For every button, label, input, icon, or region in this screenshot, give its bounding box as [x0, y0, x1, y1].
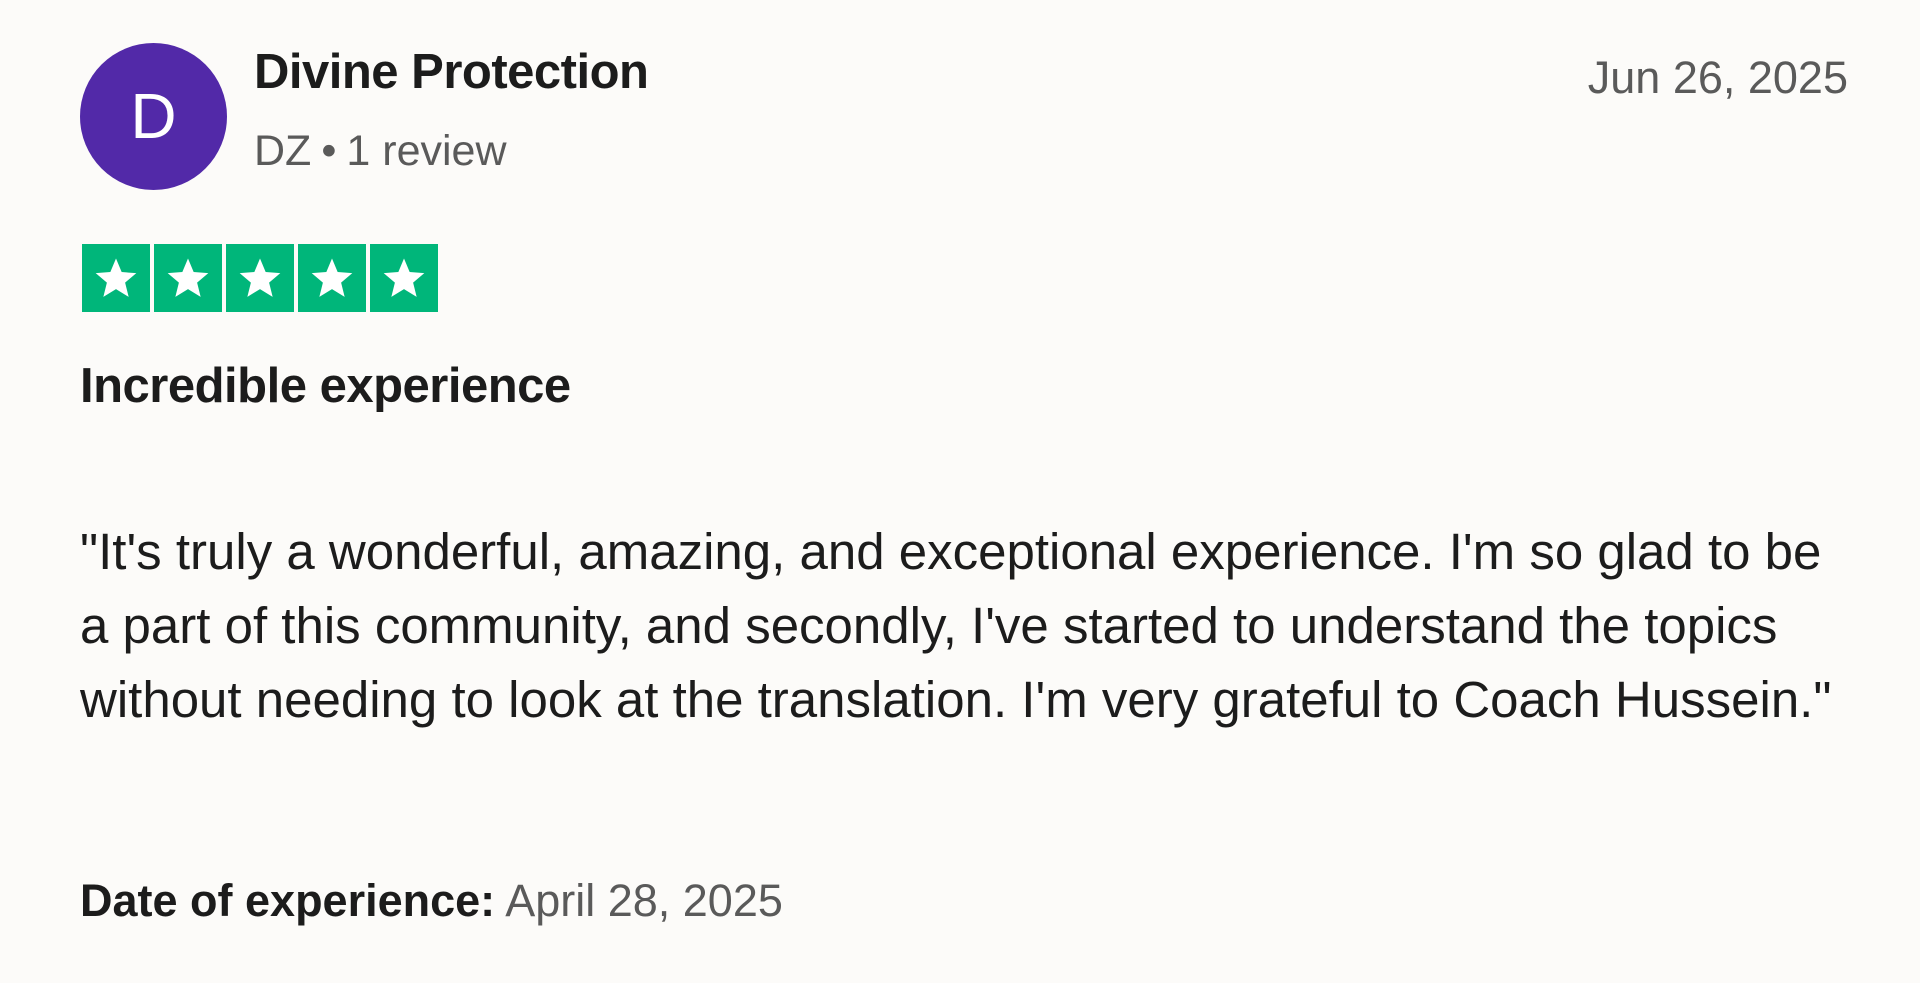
star-icon — [226, 244, 294, 312]
meta-separator: • — [321, 127, 337, 175]
review-body: "It's truly a wonderful, amazing, and ex… — [80, 523, 1832, 728]
star-icon — [154, 244, 222, 312]
date-of-experience: Date of experience: April 28, 2025 — [80, 875, 783, 927]
star-icon — [82, 244, 150, 312]
avatar[interactable]: D — [80, 43, 227, 190]
star-icon — [298, 244, 366, 312]
experience-date: April 28, 2025 — [505, 875, 783, 926]
experience-label: Date of experience: — [80, 875, 496, 926]
reviewer-country: DZ — [254, 127, 312, 175]
review-title[interactable]: Incredible experience — [80, 358, 571, 414]
review-date: Jun 26, 2025 — [1587, 52, 1848, 103]
reviewer-meta: DZ • 1 review — [254, 127, 507, 176]
review-card: D Divine Protection DZ • 1 review Jun 26, … — [0, 0, 1920, 983]
reviewer-name[interactable]: Divine Protection — [254, 44, 649, 100]
star-rating — [82, 244, 438, 312]
star-icon — [370, 244, 438, 312]
reviewer-review-count: 1 review — [346, 127, 507, 175]
